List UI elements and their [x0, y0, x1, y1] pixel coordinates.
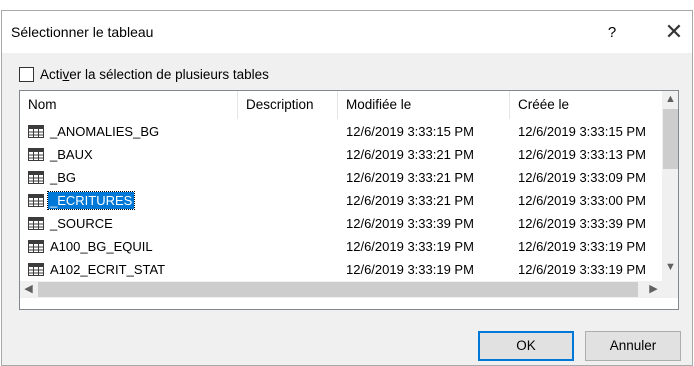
scroll-down-arrow-icon[interactable]: ▼ — [662, 259, 678, 276]
scroll-right-arrow-icon[interactable]: ▶ — [645, 281, 662, 298]
row-name-cell: A100_BG_EQUIL — [28, 236, 155, 257]
table-icon — [28, 240, 44, 253]
row-modified: 12/6/2019 3:33:19 PM — [346, 239, 474, 254]
scroll-up-arrow-icon[interactable]: ▲ — [662, 91, 678, 108]
ok-button[interactable]: OK — [478, 331, 574, 361]
column-header-created[interactable]: Créée le — [510, 91, 662, 119]
row-modified: 12/6/2019 3:33:15 PM — [346, 124, 474, 139]
row-name-cell: _BAUX — [28, 144, 95, 165]
row-created: 12/6/2019 3:33:39 PM — [518, 216, 646, 231]
table-row[interactable]: _BG 12/6/2019 3:33:21 PM 12/6/2019 3:33:09… — [20, 167, 662, 188]
horizontal-scrollbar[interactable]: ◀ ▶ — [20, 281, 662, 298]
row-name: _ECRITURES — [46, 191, 136, 210]
table-icon — [28, 263, 44, 276]
select-table-dialog: Sélectionner le tableau ? ✕ Activer la s… — [1, 10, 693, 366]
row-name-cell: _SOURCE — [28, 213, 115, 234]
vertical-scroll-thumb[interactable] — [663, 109, 678, 169]
row-name-cell: _ANOMALIES_BG — [28, 121, 161, 142]
close-button[interactable]: ✕ — [654, 17, 694, 47]
row-created: 12/6/2019 3:33:13 PM — [518, 147, 646, 162]
row-name: _SOURCE — [50, 216, 113, 231]
row-name-cell: A102_ECRIT_STAT — [28, 259, 167, 280]
table-row[interactable]: A100_BG_EQUIL 12/6/2019 3:33:19 PM 12/6/20… — [20, 236, 662, 257]
scrollbar-corner — [662, 281, 678, 298]
row-modified: 12/6/2019 3:33:21 PM — [346, 170, 474, 185]
row-name: _BAUX — [50, 147, 93, 162]
vertical-scrollbar[interactable]: ▲ ▼ — [662, 91, 678, 293]
multi-select-checkbox[interactable] — [19, 66, 34, 82]
table-row[interactable]: A102_ECRIT_STAT 12/6/2019 3:33:19 PM 12/6/… — [20, 259, 662, 280]
table-icon — [28, 148, 44, 161]
table-row[interactable]: _BAUX 12/6/2019 3:33:21 PM 12/6/2019 3:33:… — [20, 144, 662, 165]
help-button[interactable]: ? — [592, 19, 632, 47]
row-modified: 12/6/2019 3:33:21 PM — [346, 147, 474, 162]
table-row[interactable]: _SOURCE 12/6/2019 3:33:39 PM 12/6/2019 3:3… — [20, 213, 662, 234]
row-name: _ANOMALIES_BG — [50, 124, 160, 139]
tables-list[interactable]: Nom Description Modifiée le Créée le _AN… — [19, 90, 679, 310]
multi-select-option[interactable]: Activer la sélection de plusieurs tables — [19, 64, 269, 84]
column-header-modified[interactable]: Modifiée le — [338, 91, 510, 119]
row-created: 12/6/2019 3:33:19 PM — [518, 239, 646, 254]
row-created: 12/6/2019 3:33:09 PM — [518, 170, 646, 185]
row-created: 12/6/2019 3:33:15 PM — [518, 124, 646, 139]
row-name-cell: _BG — [28, 167, 78, 188]
column-header-description[interactable]: Description — [238, 91, 338, 119]
row-modified: 12/6/2019 3:33:39 PM — [346, 216, 474, 231]
row-created: 12/6/2019 3:33:19 PM — [518, 262, 646, 277]
title-bar: Sélectionner le tableau ? ✕ — [2, 11, 692, 53]
cancel-button[interactable]: Annuler — [585, 331, 681, 361]
table-row[interactable]: _ECRITURES 12/6/2019 3:33:21 PM 12/6/2019 … — [20, 190, 662, 211]
row-modified: 12/6/2019 3:33:21 PM — [346, 193, 474, 208]
row-name-cell: _ECRITURES — [28, 190, 136, 211]
row-name: _BG — [50, 170, 77, 185]
scroll-left-arrow-icon[interactable]: ◀ — [20, 281, 37, 298]
list-rows: _ANOMALIES_BG 12/6/2019 3:33:15 PM 12/6/20… — [20, 119, 662, 281]
row-name: A100_BG_EQUIL — [50, 239, 153, 254]
row-name: A102_ECRIT_STAT — [50, 262, 166, 277]
table-icon — [28, 194, 44, 207]
dialog-title: Sélectionner le tableau — [11, 24, 154, 40]
table-row[interactable]: _ANOMALIES_BG 12/6/2019 3:33:15 PM 12/6/20… — [20, 121, 662, 142]
table-icon — [28, 171, 44, 184]
multi-select-label[interactable]: Activer la sélection de plusieurs tables — [40, 67, 269, 82]
horizontal-scroll-thumb[interactable] — [38, 282, 638, 297]
list-header: Nom Description Modifiée le Créée le — [20, 91, 662, 119]
column-header-name[interactable]: Nom — [20, 91, 238, 119]
table-icon — [28, 217, 44, 230]
row-modified: 12/6/2019 3:33:19 PM — [346, 262, 474, 277]
table-icon — [28, 125, 44, 138]
background-window-strip — [0, 0, 694, 10]
row-created: 12/6/2019 3:33:00 PM — [518, 193, 646, 208]
